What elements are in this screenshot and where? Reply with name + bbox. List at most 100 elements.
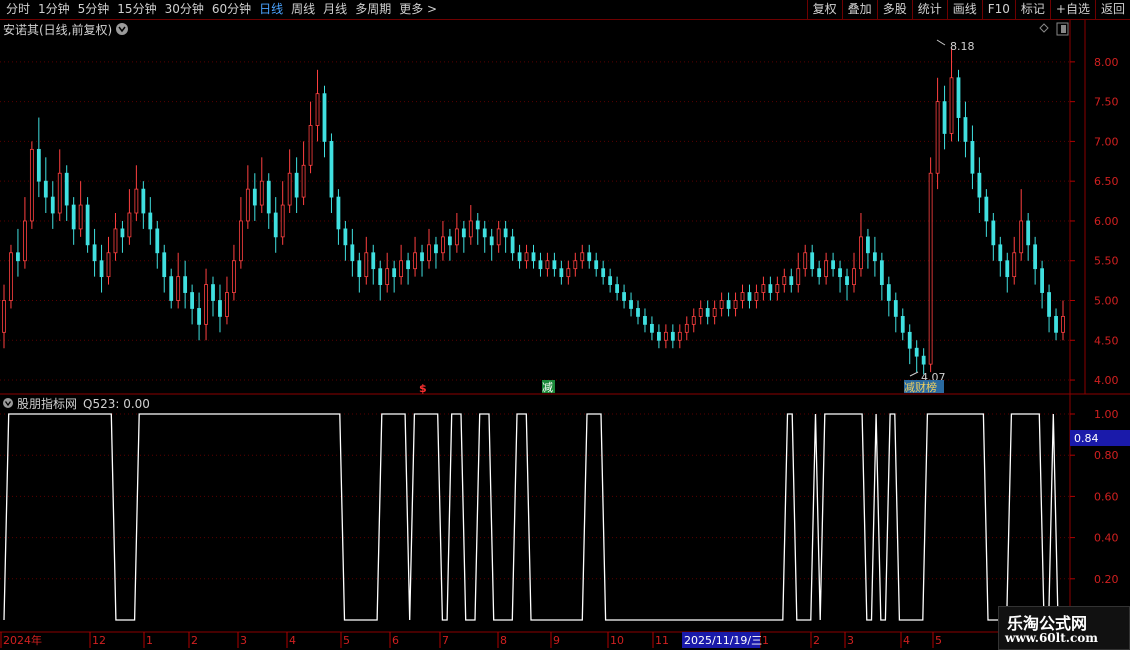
candle-body	[1061, 316, 1065, 333]
period-toolbar: 分时 1分钟 5分钟 15分钟 30分钟 60分钟 日线 周线 月线 多周期 更多 > 复权 叠加 多股…	[0, 0, 1130, 20]
candle-body	[162, 252, 167, 278]
period-tab-3[interactable]: 15分钟	[113, 0, 160, 19]
candle-body	[329, 141, 334, 198]
candle-body	[120, 228, 125, 238]
candle-body	[747, 292, 752, 301]
candle-body	[817, 268, 822, 278]
candle-body	[733, 300, 738, 309]
period-tab-4[interactable]: 30分钟	[161, 0, 208, 19]
period-tab-9[interactable]: 多周期	[351, 0, 395, 19]
period-tab-5[interactable]: 60分钟	[208, 0, 255, 19]
price-tick-label: 7.00	[1094, 135, 1119, 148]
candle-body	[921, 355, 926, 365]
candle-body	[956, 77, 961, 118]
candle-body	[190, 292, 195, 309]
candle-body	[810, 252, 815, 270]
period-tab-7[interactable]: 周线	[287, 0, 319, 19]
candle-body	[594, 260, 599, 270]
toolbar-button-8[interactable]: 返回	[1094, 0, 1130, 19]
candle-body	[197, 308, 201, 325]
candle-body	[343, 228, 348, 246]
indicator-dropdown-icon[interactable]	[3, 398, 13, 408]
candle-body	[1005, 260, 1010, 278]
indicator-tick-label: 0.20	[1094, 573, 1119, 586]
candle-body	[183, 276, 188, 293]
toolbar-button-7[interactable]: +自选	[1049, 0, 1095, 19]
candle-body	[1019, 220, 1024, 254]
candle-body	[566, 268, 571, 278]
candle-body	[789, 276, 794, 285]
candle-body	[1047, 292, 1051, 317]
watermark: 乐淘公式网 www.60lt.com	[998, 606, 1130, 650]
candle-body	[580, 252, 585, 262]
candle-body	[113, 228, 118, 254]
time-label: 4	[289, 634, 296, 647]
candle-body	[845, 276, 849, 285]
candle-body	[134, 188, 139, 214]
candle-body	[1012, 252, 1017, 278]
candle-body	[50, 196, 55, 214]
high-label: 8.18	[950, 40, 975, 53]
toolbar-button-1[interactable]: 叠加	[841, 0, 877, 19]
price-tick-label: 4.00	[1094, 374, 1119, 387]
candle-body	[768, 284, 773, 293]
candle-body	[336, 196, 341, 230]
marker-dollar[interactable]: $	[419, 382, 427, 395]
candle-body	[43, 180, 48, 198]
indicator-formula: Q523: 0.00	[83, 397, 150, 411]
candle-body	[831, 260, 835, 270]
candle-body	[364, 252, 369, 278]
candle-body	[2, 300, 6, 333]
candle-body	[468, 220, 473, 238]
candle-body	[643, 316, 647, 325]
candle-body	[225, 292, 229, 317]
indicator-series	[3, 413, 1059, 621]
period-tab-1[interactable]: 1分钟	[34, 0, 74, 19]
toolbar-button-0[interactable]: 复权	[806, 0, 842, 19]
title-dropdown-icon[interactable]	[116, 23, 128, 35]
price-tick-label: 5.00	[1094, 295, 1119, 308]
candle-body	[141, 188, 146, 214]
candle-body	[169, 276, 174, 301]
candle-body	[78, 204, 83, 230]
candle-body	[350, 244, 355, 262]
period-tab-0[interactable]: 分时	[2, 0, 34, 19]
candle-body	[712, 308, 717, 317]
candle-body	[232, 260, 236, 293]
candle-body	[475, 220, 480, 230]
kline-chart[interactable]: 8.00 7.50 7.00 6.50 6.00 5.50 5.00 4.50 4.00 1.0…	[0, 20, 1130, 650]
candle-body	[64, 172, 69, 206]
candle-body	[796, 268, 801, 285]
candle-body	[259, 180, 264, 206]
candle-body	[106, 252, 111, 278]
candle-body	[970, 141, 975, 174]
time-label: 3	[847, 634, 854, 647]
candle-body	[92, 244, 97, 262]
toolbar-button-3[interactable]: 统计	[911, 0, 947, 19]
candle-body	[301, 164, 306, 198]
toolbar-button-6[interactable]: 标记	[1014, 0, 1050, 19]
time-label: 3	[240, 634, 247, 647]
candle-body	[85, 204, 90, 246]
period-tab-6[interactable]: 日线	[255, 0, 287, 19]
toolbar-button-5[interactable]: F10	[981, 0, 1015, 19]
candle-body	[935, 101, 940, 174]
price-tick-label: 6.00	[1094, 215, 1119, 228]
candle-body	[315, 93, 320, 126]
more-button[interactable]: 更多 >	[395, 0, 441, 19]
time-label: 9	[553, 634, 560, 647]
candle-body	[308, 125, 313, 166]
toolbar-button-4[interactable]: 画线	[946, 0, 982, 19]
period-tab-2[interactable]: 5分钟	[74, 0, 114, 19]
candle-body	[1026, 220, 1031, 246]
candle-body	[698, 308, 703, 317]
candle-body	[991, 220, 996, 246]
candle-body	[238, 220, 243, 262]
period-tab-8[interactable]: 月线	[319, 0, 351, 19]
time-label: 5	[343, 634, 350, 647]
candle-body	[900, 316, 905, 333]
watermark-line2: www.60lt.com	[1005, 631, 1098, 645]
toolbar-button-2[interactable]: 多股	[876, 0, 912, 19]
candle-body	[782, 276, 787, 285]
candle-body	[510, 236, 515, 254]
